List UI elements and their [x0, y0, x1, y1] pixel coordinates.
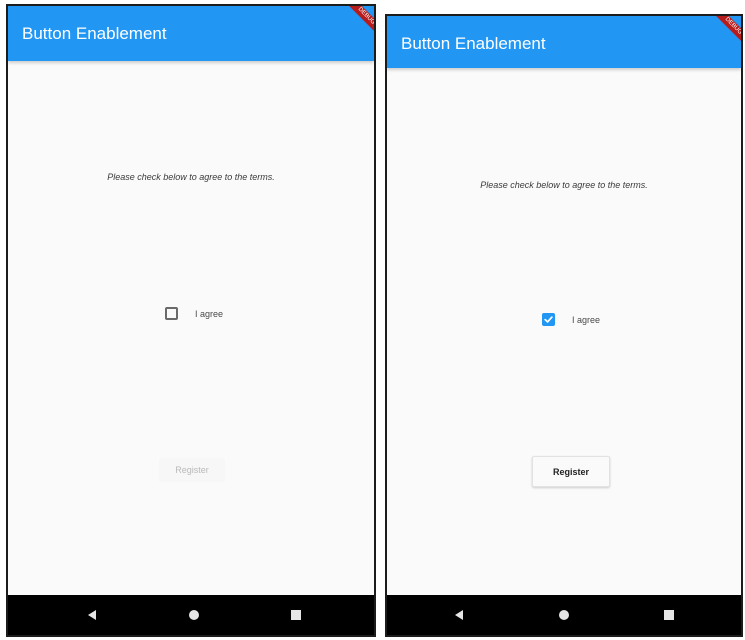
agree-label: I agree: [572, 314, 601, 325]
terms-text: Please check below to agree to the terms…: [480, 180, 648, 190]
register-button: Register: [159, 458, 225, 482]
back-icon: [455, 610, 463, 620]
terms-text: Please check below to agree to the terms…: [107, 172, 275, 182]
home-button[interactable]: [546, 595, 582, 635]
recents-button[interactable]: [651, 595, 687, 635]
recents-icon: [291, 610, 301, 620]
agree-checkbox-row[interactable]: I agree: [165, 307, 223, 320]
home-icon: [189, 610, 199, 620]
app-bar: Button Enablement DEBUG: [8, 6, 374, 61]
app-bar: Button Enablement DEBUG: [387, 16, 741, 68]
home-icon: [559, 610, 569, 620]
back-icon: [88, 610, 96, 620]
debug-banner: DEBUG: [343, 6, 374, 40]
debug-banner: DEBUG: [710, 16, 741, 50]
checkmark-icon: [544, 316, 553, 323]
agree-checkbox-row[interactable]: I agree: [542, 313, 600, 326]
agree-label: I agree: [195, 308, 224, 319]
app-title: Button Enablement: [22, 24, 167, 43]
phone-screen-checked: Button Enablement DEBUG Please check bel…: [385, 14, 743, 637]
agree-checkbox[interactable]: [542, 313, 555, 326]
back-button[interactable]: [441, 595, 477, 635]
home-button[interactable]: [176, 595, 212, 635]
recents-button[interactable]: [278, 595, 314, 635]
android-nav-bar: [8, 595, 374, 635]
register-button[interactable]: Register: [532, 456, 610, 487]
android-nav-bar: [387, 595, 741, 635]
back-button[interactable]: [74, 595, 110, 635]
agree-checkbox[interactable]: [165, 307, 178, 320]
recents-icon: [664, 610, 674, 620]
app-title: Button Enablement: [401, 34, 546, 53]
phone-screen-unchecked: Button Enablement DEBUG Please check bel…: [6, 4, 376, 637]
